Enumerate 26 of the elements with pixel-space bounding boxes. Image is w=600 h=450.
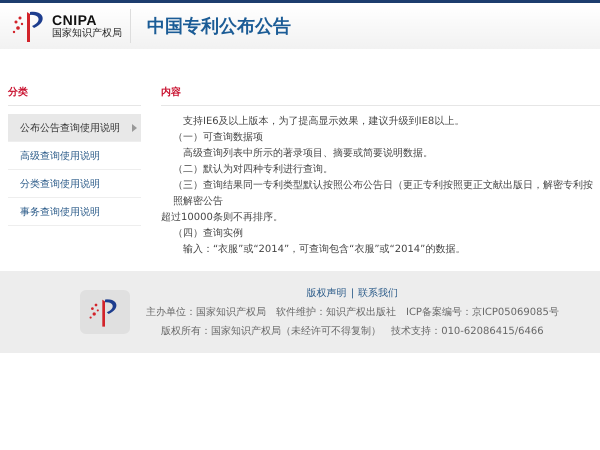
content-paragraph: （三）查询结果同一专利类型默认按照公布公告日（更正专利按照更正文献出版日，解密专利按照解密公告 <box>172 178 594 209</box>
content-paragraph: 超过10000条则不再排序。 <box>161 210 284 225</box>
footer-text: 版权所有：国家知识产权局（未经许可不得复制） <box>161 324 382 338</box>
section-heading: 分类 <box>8 85 141 106</box>
content-paragraph: 输入：“衣服”或“2014”，可查询包含“衣服”或“2014”的数据。 <box>182 242 466 257</box>
page-title: 中国专利公布公告 <box>147 15 291 38</box>
logo-subtitle: 国家知识产权局 <box>52 29 122 39</box>
content-paragraph: （一）可查询数据项 <box>172 130 264 145</box>
sidebar-item[interactable]: 分类查询使用说明 <box>8 170 141 198</box>
footer-link[interactable]: 联系我们 <box>358 286 398 300</box>
sidebar-item[interactable]: 高级查询使用说明 <box>8 142 141 170</box>
sidebar-item[interactable]: 公布公告查询使用说明 <box>8 114 141 142</box>
content-paragraph: 支持IE6及以上版本，为了提高显示效果，建议升级到IE8以上。 <box>182 114 466 129</box>
content-paragraph: （四）查询实例 <box>172 226 244 241</box>
content-paragraph: （二）默认为对四种专利进行查询。 <box>172 162 334 177</box>
footer-text: 技术支持：010-62086415/6466 <box>391 324 544 338</box>
sidebar-item[interactable]: 事务查询使用说明 <box>8 198 141 226</box>
content-paragraph: 高级查询列表中所示的著录项目、摘要或简要说明数据。 <box>182 146 434 161</box>
link-separator: | <box>350 288 354 298</box>
logo-text: CNIPA <box>52 13 98 27</box>
arrow-icon <box>132 124 137 132</box>
footer-text: ICP备案编号：京ICP05069085号 <box>406 306 559 319</box>
section-heading: 内容 <box>161 85 600 106</box>
footer-text: 软件维护：知识产权出版社 <box>276 306 396 319</box>
footer-text: 主办单位：国家知识产权局 <box>146 306 266 319</box>
footer-link[interactable]: 版权声明 <box>306 286 347 300</box>
